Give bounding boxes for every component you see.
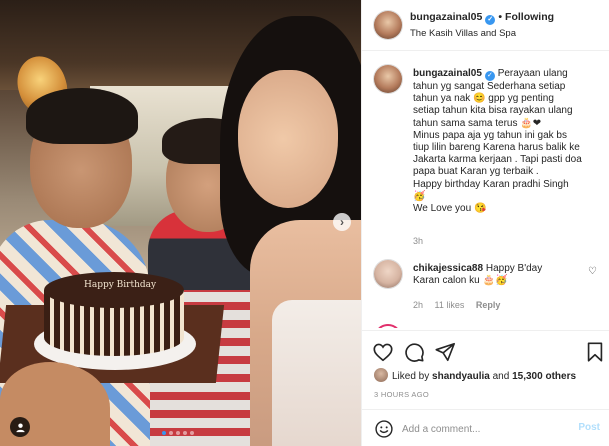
carousel-dot	[162, 431, 166, 435]
liked-by: Liked by shandyaulia and 15,300 others	[374, 368, 576, 382]
post-actions: Liked by shandyaulia and 15,300 others 3…	[362, 330, 609, 446]
photo-woman-face	[238, 70, 338, 208]
liker-username[interactable]: shandyaulia	[432, 371, 490, 382]
share-icon[interactable]	[434, 341, 456, 363]
carousel-dot	[176, 431, 180, 435]
commenter-username[interactable]: chikajessica88	[413, 263, 483, 274]
caption-line: bungazainal05 ✓ Perayaan ulang	[413, 68, 568, 81]
verified-badge-icon: ✓	[484, 71, 495, 81]
post-comment-button[interactable]: Post	[578, 422, 600, 433]
post-header: bungazainal05 ✓ • Following The Kasih Villa…	[362, 0, 609, 51]
post-location[interactable]: The Kasih Villas and Spa	[410, 28, 516, 39]
post-time-ago[interactable]: 3 HOURS AGO	[374, 390, 429, 399]
caption-line: papa buat Karan yg terbaik .	[413, 166, 539, 178]
carousel-indicator	[162, 431, 194, 435]
caption-time[interactable]: 3h	[413, 236, 423, 246]
comment-time[interactable]: 2h	[413, 300, 423, 310]
caption-line: setiap tahun kita bisa rayakan ulang	[413, 105, 573, 117]
caption-line: Happy birthday Karan pradhi Singh	[413, 178, 569, 190]
caption-username[interactable]: bungazainal05	[413, 68, 482, 79]
commenter-avatar[interactable]	[374, 260, 402, 288]
author-avatar[interactable]	[374, 11, 402, 39]
photo-woman-top	[272, 300, 361, 446]
comment-like-heart-icon[interactable]: ♡	[588, 266, 597, 277]
caption-author-avatar[interactable]	[374, 65, 402, 93]
carousel-next-button[interactable]: ›	[333, 213, 351, 231]
carousel-dot	[183, 431, 187, 435]
bookmark-icon[interactable]	[584, 341, 606, 363]
caption-line: 🥳	[413, 190, 426, 202]
comment-reply-button[interactable]: Reply	[476, 300, 501, 310]
caption-line: tahun ya nak 😊 gpp yg penting	[413, 93, 554, 105]
smile-icon[interactable]	[374, 419, 394, 439]
comment-text: chikajessica88 Happy B'day Karan calon k…	[413, 263, 543, 287]
header-separator: •	[498, 11, 503, 23]
photo-cake-text: Happy Birthday	[84, 280, 157, 290]
add-comment-input[interactable]	[402, 420, 572, 438]
author-username[interactable]: bungazainal05	[410, 11, 482, 23]
post-photo[interactable]: Happy Birthday ›	[0, 0, 361, 446]
caption-line: Jakarta karma kerjaan . Tapi pasti doa	[413, 154, 582, 166]
comment-meta: 2h 11 likes Reply	[413, 300, 509, 310]
author-line: bungazainal05 ✓ • Following	[410, 11, 554, 25]
post-sidebar: bungazainal05 ✓ • Following The Kasih Villa…	[361, 0, 609, 446]
heart-icon[interactable]	[372, 341, 394, 363]
user-tag-icon	[15, 422, 25, 432]
following-button[interactable]: Following	[505, 11, 554, 23]
photo-boy-left-hair	[26, 88, 138, 144]
caption-line: Minus papa aja yg tahun ini gak bs	[413, 129, 567, 141]
next-comment-avatar[interactable]	[374, 324, 402, 328]
add-comment-bar: Post	[362, 409, 609, 446]
caption-line: tiup lilin bareng Karena harus balik ke	[413, 142, 580, 154]
comment-icon[interactable]	[403, 341, 425, 363]
carousel-dot	[190, 431, 194, 435]
caption-text: bungazainal05 ✓ Perayaan ulang tahun yg s…	[413, 68, 599, 215]
carousel-dot	[169, 431, 173, 435]
likes-count[interactable]: 15,300 others	[512, 371, 576, 382]
caption-line: tahun yg sangat Sederhana setiap	[413, 81, 566, 92]
comment-likes[interactable]: 11 likes	[435, 300, 465, 310]
liker-avatar[interactable]	[374, 368, 388, 382]
chevron-right-icon: ›	[340, 215, 344, 229]
verified-badge-icon: ✓	[485, 15, 496, 25]
caption-line: tahun sama sama terus 🎂❤	[413, 117, 542, 129]
comments-panel[interactable]: bungazainal05 ✓ Perayaan ulang tahun yg s…	[362, 52, 609, 328]
user-tags-button[interactable]	[10, 417, 30, 437]
caption-line: We Love you 😘	[413, 203, 487, 215]
